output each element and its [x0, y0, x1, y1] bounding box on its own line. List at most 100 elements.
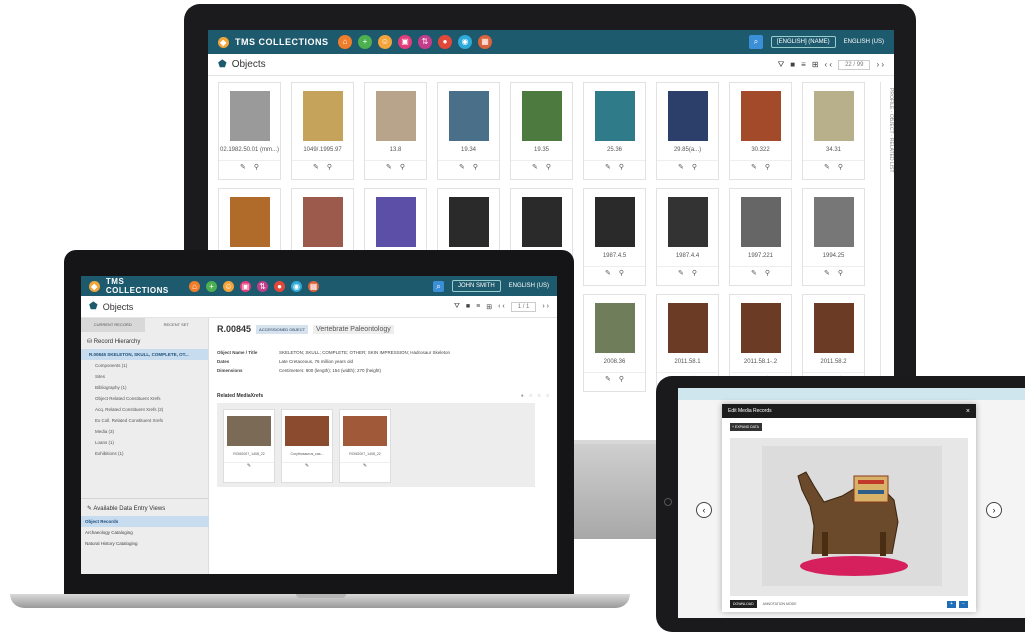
brand[interactable]: ◆ TMS COLLECTIONS [218, 36, 338, 48]
transfer-icon[interactable]: ⇅ [257, 280, 268, 292]
edit-icon[interactable]: ✎ [247, 463, 251, 469]
object-card[interactable]: 02.1982.50.01 (mm...) ✎ ⚲ [218, 82, 281, 180]
edit-icon[interactable]: ✎ [824, 269, 830, 277]
edit-icon[interactable]: ✎ [678, 269, 684, 277]
tab-recent-set[interactable]: RECENT SET [144, 318, 208, 332]
grid-view-icon[interactable]: ⊞ [486, 303, 492, 311]
edit-icon[interactable]: ✎ [605, 375, 611, 383]
media-icon[interactable]: ▣ [398, 35, 412, 49]
object-thumbnail[interactable] [448, 197, 489, 247]
cart-icon[interactable]: ● [438, 35, 452, 49]
hierarchy-item[interactable]: Acq. Related Constituent Xrefs (2) [81, 404, 208, 415]
edit-icon[interactable]: ✎ [532, 163, 538, 171]
object-card[interactable]: 13.8 ✎ ⚲ [364, 82, 427, 180]
user-menu[interactable]: JOHN SMITH [451, 280, 501, 292]
calendar-icon[interactable]: ▦ [478, 35, 492, 49]
zoom-icon[interactable]: ⚲ [327, 163, 332, 171]
media-thumbnail[interactable] [285, 416, 329, 446]
next-page-button[interactable]: › › [542, 303, 549, 310]
object-card[interactable]: 34.31 ✎ ⚲ [802, 82, 865, 180]
data-entry-view-item[interactable]: Archaeology Cataloging [81, 527, 209, 538]
zoom-out-button[interactable]: − [959, 600, 968, 608]
media-thumbnail[interactable] [343, 416, 387, 446]
pager[interactable]: 22 / 99 [838, 59, 871, 70]
zoom-icon[interactable]: ⚲ [400, 163, 405, 171]
zoom-icon[interactable]: ⚲ [619, 163, 624, 171]
filter-icon[interactable]: ⛛ [778, 60, 785, 70]
object-thumbnail[interactable] [521, 197, 562, 247]
grid-view-icon[interactable]: ⊞ [812, 60, 819, 69]
user-menu[interactable]: [ENGLISH] (NAME) [770, 36, 836, 48]
edit-icon[interactable]: ✎ [459, 163, 465, 171]
object-thumbnail[interactable] [813, 197, 854, 247]
annotation-toggle[interactable]: ANNOTATION MODE [763, 602, 797, 606]
object-thumbnail[interactable] [667, 197, 708, 247]
side-panel-labels[interactable]: PROFILE · OBJECT · RELATED LIST [880, 82, 894, 382]
search-icon[interactable]: ⌕ [748, 35, 763, 49]
edit-icon[interactable]: ✎ [678, 163, 684, 171]
zoom-icon[interactable]: ⚲ [765, 163, 770, 171]
zoom-icon[interactable]: ⚲ [692, 163, 697, 171]
object-card[interactable]: 25.36 ✎ ⚲ [583, 82, 646, 180]
object-thumbnail[interactable] [740, 197, 781, 247]
hierarchy-item[interactable]: Loans (1) [81, 437, 208, 448]
zoom-icon[interactable]: ⚲ [619, 375, 624, 383]
hierarchy-item[interactable]: Ex Coll. Related Constituent Xrefs [81, 415, 208, 426]
object-thumbnail[interactable] [594, 91, 635, 141]
object-thumbnail[interactable] [740, 303, 781, 353]
object-thumbnail[interactable] [302, 91, 343, 141]
zoom-icon[interactable]: ⚲ [838, 163, 843, 171]
data-entry-view-item[interactable]: Object Records [81, 516, 209, 527]
language-menu[interactable]: ENGLISH (US) [844, 39, 884, 45]
download-button[interactable]: DOWNLOAD [730, 600, 757, 608]
home-icon[interactable]: ⌂ [338, 35, 352, 49]
hierarchy-item[interactable]: Media (3) [81, 426, 208, 437]
zoom-icon[interactable]: ⚲ [254, 163, 259, 171]
edit-icon[interactable]: ✎ [824, 163, 830, 171]
object-thumbnail[interactable] [375, 197, 416, 247]
globe-icon[interactable]: ◉ [291, 280, 302, 292]
object-card[interactable]: 29.85(a...) ✎ ⚲ [656, 82, 719, 180]
object-thumbnail[interactable] [667, 91, 708, 141]
zoom-icon[interactable]: ⚲ [838, 269, 843, 277]
search-icon[interactable]: ⌕ [432, 280, 444, 292]
data-entry-view-item[interactable]: Natural History Cataloging [81, 538, 209, 549]
zoom-icon[interactable]: ⚲ [546, 163, 551, 171]
filter-icon[interactable]: ⛛ [454, 303, 460, 311]
brand[interactable]: ◆ TMS COLLECTIONS [89, 277, 189, 295]
edit-icon[interactable]: ✎ [386, 163, 392, 171]
object-thumbnail[interactable] [594, 303, 635, 353]
hierarchy-item[interactable]: Exhibitions (1) [81, 448, 208, 459]
detail-view-icon[interactable]: ≡ [476, 303, 480, 310]
people-icon[interactable]: ☺ [378, 35, 392, 49]
transfer-icon[interactable]: ⇅ [418, 35, 432, 49]
object-thumbnail[interactable] [302, 197, 343, 247]
previous-media-button[interactable]: ‹ [696, 502, 712, 518]
object-thumbnail[interactable] [667, 303, 708, 353]
list-view-icon[interactable]: ■ [790, 60, 795, 69]
object-card[interactable]: 30.322 ✎ ⚲ [729, 82, 792, 180]
prev-page-button[interactable]: ‹ ‹ [498, 303, 505, 310]
object-thumbnail[interactable] [740, 91, 781, 141]
carousel-dots[interactable]: ● ○ ○ ○ [521, 393, 551, 399]
object-card[interactable]: 1987.4.4 ✎ ⚲ [656, 188, 719, 286]
object-thumbnail[interactable] [594, 197, 635, 247]
home-icon[interactable]: ⌂ [189, 280, 200, 292]
tab-current-record[interactable]: CURRENT RECORD [81, 318, 145, 332]
tablet-home-button[interactable] [664, 498, 672, 506]
media-icon[interactable]: ▣ [240, 280, 251, 292]
hierarchy-item[interactable]: Object Related Constituent Xrefs [81, 393, 208, 404]
hierarchy-item[interactable]: R.00845 SKELETON, SKULL, COMPLETE, OT... [81, 349, 208, 360]
cart-icon[interactable]: ● [274, 280, 285, 292]
zoom-in-button[interactable]: + [947, 600, 956, 608]
people-icon[interactable]: ☺ [223, 280, 234, 292]
hierarchy-item[interactable]: Bibliography (1) [81, 382, 208, 393]
media-card[interactable]: ROM2007_1408_22 ✎ [223, 409, 275, 483]
object-card[interactable]: 2008.36 ✎ ⚲ [583, 294, 646, 392]
media-card[interactable]: ROM2007_1408_22 ✎ [339, 409, 391, 483]
next-page-button[interactable]: › › [876, 60, 884, 69]
prev-page-button[interactable]: ‹ ‹ [825, 60, 833, 69]
edit-icon[interactable]: ✎ [751, 269, 757, 277]
globe-icon[interactable]: ◉ [458, 35, 472, 49]
object-card[interactable]: 19.34 ✎ ⚲ [437, 82, 500, 180]
